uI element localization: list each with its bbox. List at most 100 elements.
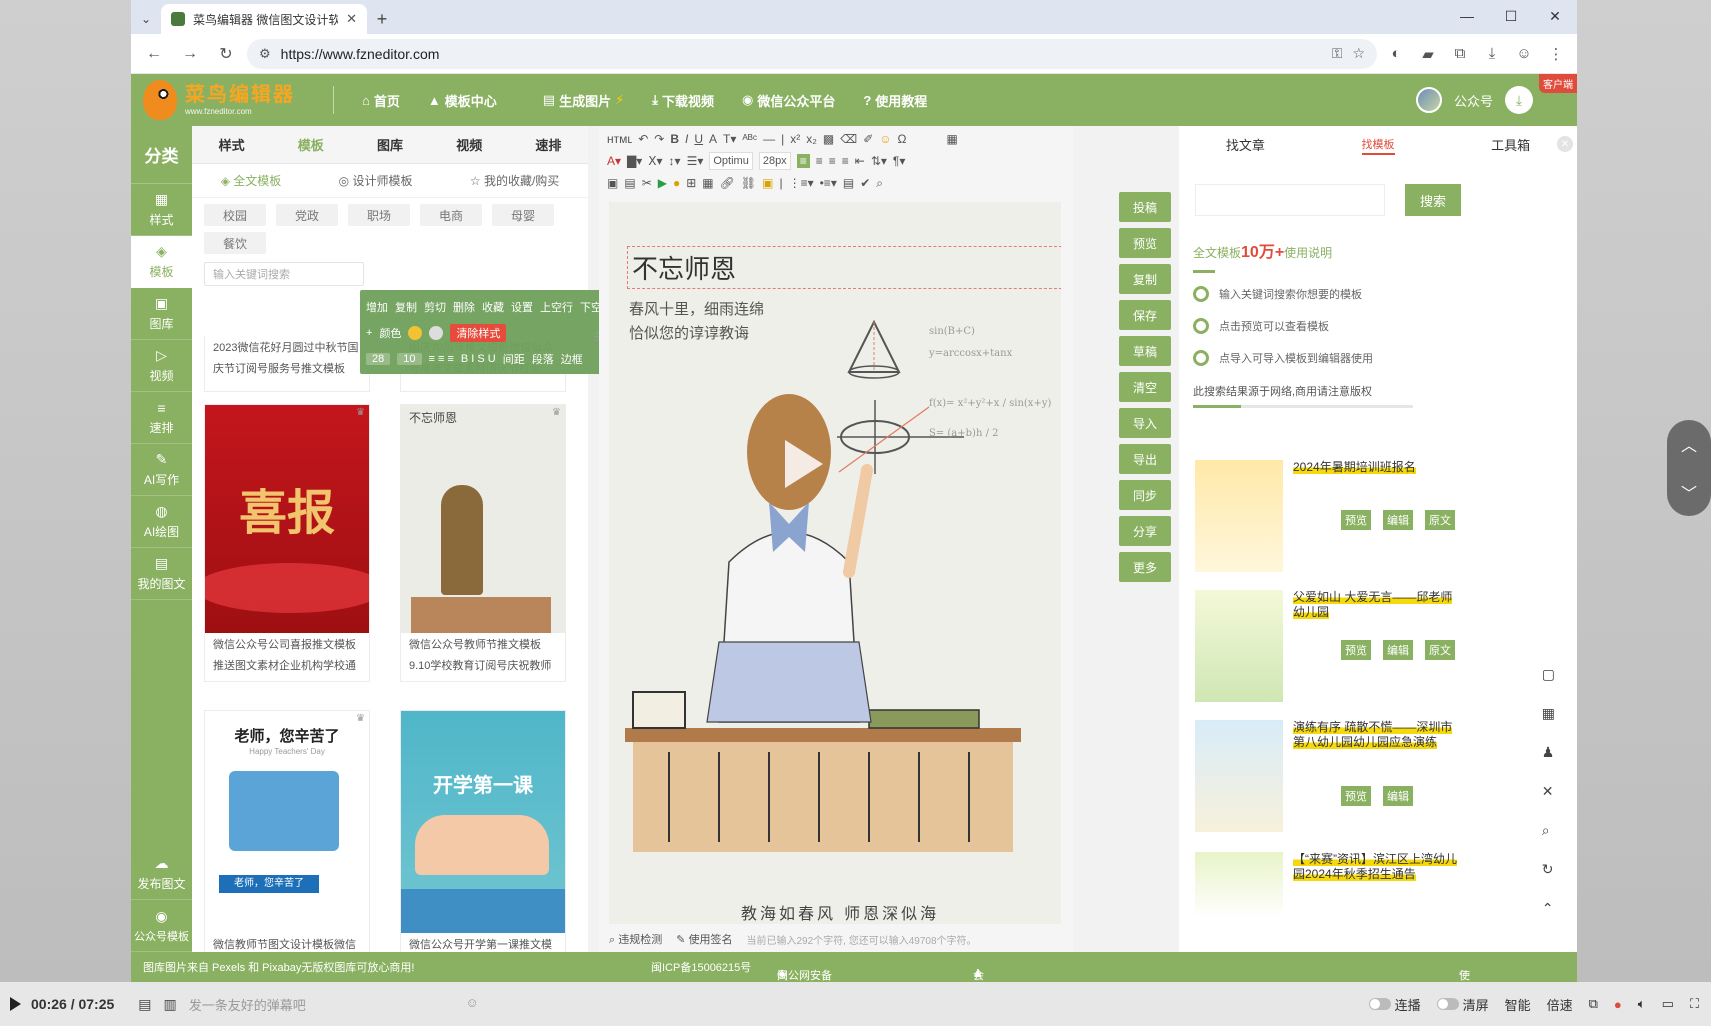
hr-icon[interactable]: — <box>763 132 775 146</box>
extension-icon[interactable]: ◐ <box>1383 41 1409 67</box>
avatar[interactable] <box>1415 87 1442 113</box>
article-canvas[interactable]: 不忘师恩 春风十里，细雨连绵 恰似您的谆谆教诲 sin(B+C) y=arcco… <box>609 202 1061 924</box>
search-result[interactable]: 【“来赛”资讯】滨江区上湾幼儿园2024年秋季招生通告 <box>1193 848 1475 922</box>
emoji-icon[interactable]: ☺ <box>879 132 891 146</box>
clear-screen-toggle[interactable]: 清屏 <box>1436 995 1489 1014</box>
eraser-icon[interactable]: ⌫ <box>840 132 857 146</box>
category-ai-paint[interactable]: ◍ AI绘图 <box>131 496 192 548</box>
text-style-icon[interactable]: T▾ <box>723 132 736 146</box>
tag-chip[interactable]: 电商 <box>420 204 482 226</box>
html-icon[interactable]: ʜᴛᴍʟ <box>607 132 632 146</box>
preview-button[interactable]: 预览 <box>1341 510 1371 530</box>
template-card[interactable]: 老师，您辛苦了 Happy Teachers' Day 老师，您辛苦了 ♛ 微信… <box>204 710 370 962</box>
scissors-icon[interactable]: ✂ <box>642 176 652 190</box>
url-field[interactable]: ⚙ https://www.fzneditor.com ⚿ ☆ <box>247 38 1377 69</box>
format-icon[interactable]: ¶▾ <box>893 154 905 168</box>
outdent-icon[interactable]: ⇤ <box>855 154 865 168</box>
fb-copy[interactable]: 复制 <box>395 299 417 315</box>
forward-button[interactable]: → <box>175 39 205 69</box>
bell-icon[interactable]: ♟ <box>1542 744 1555 761</box>
tag-chip[interactable]: 校园 <box>204 204 266 226</box>
brush-icon[interactable]: ✐ <box>863 132 873 146</box>
close-window-button[interactable]: ✕ <box>1533 0 1577 32</box>
frame-icon[interactable]: ▣ <box>762 176 773 190</box>
nav-generate-image[interactable]: ▤ 生成图片 ⚡ <box>529 91 638 110</box>
widescreen-icon[interactable]: ▭ <box>1662 996 1674 1012</box>
menu-icon[interactable]: ⋮ <box>1543 41 1569 67</box>
account-label[interactable]: 公众号 <box>1454 91 1493 110</box>
tag-chip[interactable]: 餐饮 <box>204 232 266 254</box>
clear-style-button[interactable]: 清除样式 <box>450 324 507 342</box>
preview-button[interactable]: 预览 <box>1341 786 1371 806</box>
template-search-input[interactable]: 输入关键词搜索 <box>204 262 364 286</box>
tab-gallery[interactable]: 图库 <box>350 135 429 154</box>
site-info-icon[interactable]: ⚙ <box>259 46 271 62</box>
edit-button[interactable]: 编辑 <box>1383 640 1413 660</box>
back-button[interactable]: ← <box>139 39 169 69</box>
fb-delete[interactable]: 删除 <box>453 299 475 315</box>
category-video[interactable]: ▷ 视频 <box>131 340 192 392</box>
underline-icon[interactable]: U <box>694 132 703 146</box>
calendar-icon[interactable]: ▦ <box>1542 705 1555 722</box>
nav-home[interactable]: ⌂ 首页 <box>348 91 414 110</box>
tab-find-template[interactable]: 找模板 <box>1312 136 1445 155</box>
undo-icon[interactable]: ↶ <box>638 132 648 146</box>
compliance-check-button[interactable]: ⌕ 违规检测 <box>609 931 662 947</box>
tab-style[interactable]: 样式 <box>192 135 271 154</box>
line-height-icon[interactable]: ↕▾ <box>669 154 681 168</box>
export-button[interactable]: 导出 <box>1119 444 1171 474</box>
find-icon[interactable]: ⌕ <box>876 176 883 191</box>
pip-icon[interactable]: ⧉ <box>1589 996 1598 1012</box>
bold-italic-icons[interactable]: B I S U <box>461 353 496 365</box>
image-insert-icon[interactable]: ▣ <box>607 176 618 190</box>
folder-icon[interactable]: ▰ <box>1415 41 1441 67</box>
plus-icon[interactable]: + <box>366 327 372 339</box>
video-play-icon[interactable]: ▶ <box>658 176 667 190</box>
puzzle-icon[interactable]: ⧉ <box>1447 41 1473 67</box>
fb-spacing[interactable]: 间距 <box>503 351 525 367</box>
import-button[interactable]: 导入 <box>1119 408 1171 438</box>
nav-template-center[interactable]: ▲ 模板中心 <box>414 91 511 110</box>
search-result[interactable]: 父爱如山 大爱无言——邱老师幼儿园 预览 编辑 原文 <box>1193 586 1475 710</box>
redo-icon[interactable]: ↷ <box>654 132 664 146</box>
music-icon[interactable]: ● <box>673 176 680 190</box>
subtab-full-template[interactable]: ◈ 全文模板 <box>221 172 282 189</box>
font-border-icon[interactable]: A <box>709 132 717 146</box>
emoji-icon[interactable]: ☺ <box>465 995 478 1014</box>
superscript-icon[interactable]: x² <box>790 132 800 146</box>
font-family-select[interactable]: Optimu <box>709 152 753 170</box>
omega-icon[interactable]: Ω <box>898 132 907 146</box>
danmu-input[interactable]: 发一条友好的弹幕吧 ☺ <box>189 995 479 1014</box>
video-play-icon[interactable] <box>785 440 823 488</box>
category-gallery[interactable]: ▣ 图库 <box>131 288 192 340</box>
fb-paragraph[interactable]: 段落 <box>532 351 554 367</box>
icp-link[interactable]: 闽ICP备15006215号 <box>651 959 751 975</box>
edit-button[interactable]: 编辑 <box>1383 510 1413 530</box>
bg-color-icon[interactable]: ▇▾ <box>627 154 642 168</box>
color-swatch[interactable] <box>429 326 444 340</box>
smart-button[interactable]: 智能 <box>1505 995 1531 1014</box>
preview-button[interactable]: 预览 <box>1119 228 1171 258</box>
category-ai-write[interactable]: ✎ AI写作 <box>131 444 192 496</box>
template-card[interactable]: 开学第一课 微信公众号开学第一课推文模 <box>400 710 566 962</box>
search-result[interactable]: 2024年暑期培训班报名 预览 编辑 原文 <box>1193 456 1475 580</box>
nav-download-video[interactable]: ⤓ 下载视频 <box>638 91 728 110</box>
draft-button[interactable]: 草稿 <box>1119 336 1171 366</box>
download-icon[interactable]: ⤓ <box>1479 41 1505 67</box>
save-button[interactable]: 保存 <box>1119 300 1171 330</box>
format-painter-icon[interactable]: ✔ <box>860 176 870 190</box>
subtab-favorites[interactable]: ☆ 我的收藏/购买 <box>470 172 559 189</box>
more-button[interactable]: 更多 <box>1119 552 1171 582</box>
maximize-button[interactable]: ☐ <box>1489 0 1533 32</box>
refresh-icon[interactable]: ↻ <box>1542 861 1555 878</box>
template-card[interactable]: 喜报 ♛ 微信公众号公司喜报推文模板推送图文素材企业机构学校通 <box>204 404 370 682</box>
map-icon[interactable]: ▢ <box>1542 666 1555 683</box>
bullet-list-icon[interactable]: •≡▾ <box>820 176 837 190</box>
link-icon[interactable]: 🔗︎ <box>720 176 735 190</box>
copy-button[interactable]: 复制 <box>1119 264 1171 294</box>
spacing-field[interactable]: 10 <box>397 353 422 365</box>
fullscreen-icon[interactable]: ⛶ <box>1690 996 1699 1012</box>
search-result[interactable]: 演练有序 疏散不慌——深圳市第八幼儿园幼儿园应急演练 预览 编辑 <box>1193 716 1475 840</box>
align-center-icon[interactable]: ≡ <box>816 154 823 168</box>
align-right-icon[interactable]: ≡ <box>829 154 836 168</box>
